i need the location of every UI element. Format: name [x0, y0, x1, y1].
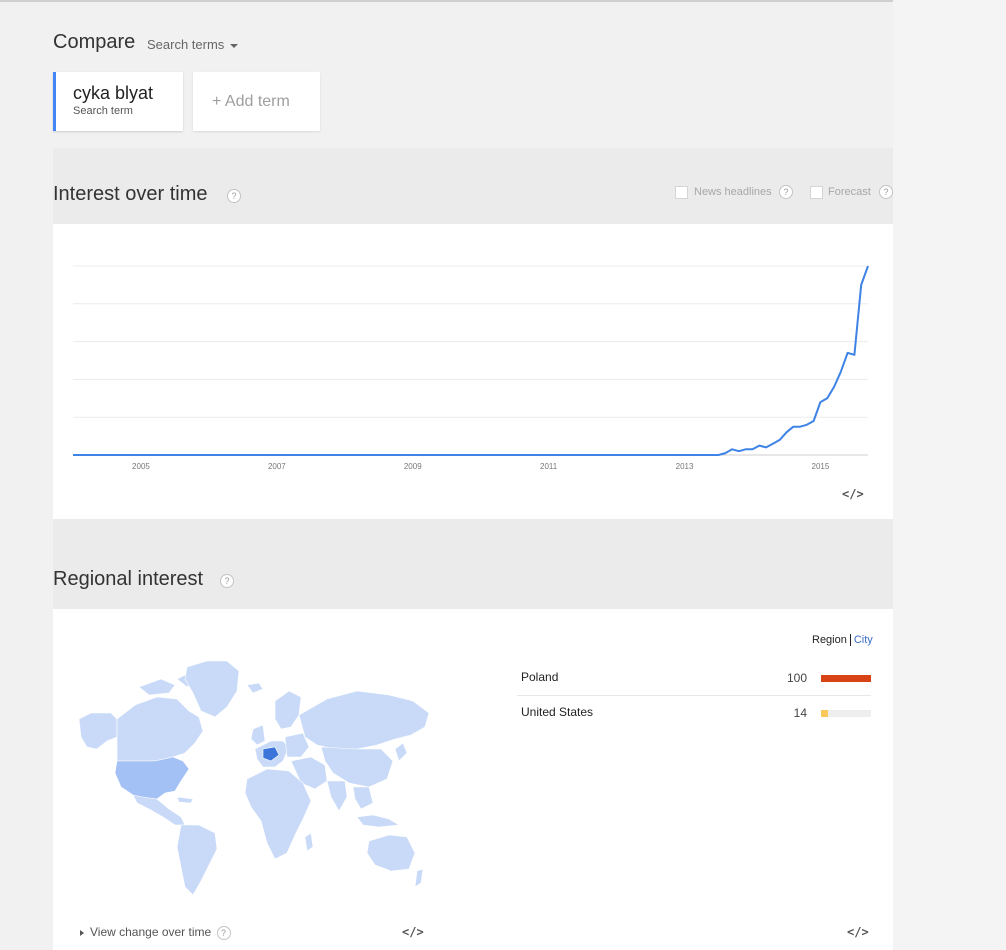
region-name: United States [521, 705, 594, 719]
expand-triangle-icon [80, 929, 84, 936]
x-tick-label: 2005 [132, 462, 150, 471]
region-city-toggle: Region City [812, 634, 873, 647]
embed-chart-button[interactable]: </> [842, 487, 864, 501]
region-bar [821, 675, 871, 682]
region-name: Poland [521, 670, 559, 684]
term-text: cyka blyat [73, 83, 154, 103]
x-tick-label: 2013 [676, 462, 694, 471]
view-change-over-time-link[interactable]: View change over time ? [80, 925, 231, 940]
region-row[interactable]: Poland 100 [517, 670, 871, 704]
term-card[interactable]: cyka blyat Search term [53, 72, 183, 131]
row-divider [517, 695, 871, 696]
series-line [73, 265, 869, 456]
map-region-united-states [114, 756, 190, 800]
forecast-help-icon[interactable]: ? [879, 185, 893, 199]
term-type: Search term [73, 105, 133, 117]
map-region-canada [116, 696, 204, 762]
regional-interest-card: </> </> [53, 609, 893, 950]
news-headlines-checkbox[interactable] [675, 186, 688, 199]
map-region-india [326, 780, 348, 812]
news-headlines-label: News headlines [694, 186, 772, 198]
map-region-mexico [132, 794, 186, 826]
world-map[interactable] [77, 657, 437, 897]
interest-chart: 2005 2007 2009 2011 2013 2015 [73, 265, 869, 471]
regional-interest-title: Regional interest [53, 568, 204, 590]
map-region-south-america [176, 824, 218, 896]
x-tick-label: 2011 [540, 462, 558, 471]
x-tick-label: 2015 [812, 462, 830, 471]
news-headlines-help-icon[interactable]: ? [779, 185, 793, 199]
map-region-australia [366, 834, 416, 872]
map-region-caribbean [176, 796, 194, 804]
x-tick-label: 2009 [404, 462, 422, 471]
toggle-separator [849, 634, 851, 647]
add-term-button[interactable]: + Add term [193, 72, 320, 131]
interest-help-icon[interactable]: ? [227, 189, 241, 203]
regional-help-icon[interactable]: ? [220, 574, 234, 588]
map-region-new-zealand [414, 868, 424, 888]
search-terms-dropdown-label: Search terms [147, 37, 225, 52]
embed-map-button[interactable]: </> [402, 925, 424, 939]
region-bar [821, 710, 871, 717]
interest-chart-card: 2005 2007 2009 2011 2013 2015 </> [53, 224, 893, 519]
map-region-uk [250, 724, 266, 746]
region-value: 14 [793, 706, 807, 720]
embed-list-button[interactable]: </> [847, 925, 869, 939]
map-region-greenland [184, 660, 240, 718]
top-divider [0, 0, 1006, 2]
view-change-help-icon[interactable]: ? [216, 926, 231, 940]
map-region-southeast-asia [352, 786, 374, 810]
map-region-alaska [78, 712, 118, 750]
x-tick-label: 2007 [268, 462, 286, 471]
map-region-africa [244, 768, 312, 860]
region-bar-fill [821, 675, 871, 682]
map-region-japan [394, 742, 408, 762]
caret-down-icon [230, 43, 239, 48]
compare-title: Compare [53, 31, 136, 53]
search-terms-dropdown[interactable]: Search terms [147, 37, 239, 52]
map-region-scandinavia [274, 690, 302, 730]
region-row[interactable]: United States 14 [517, 705, 871, 739]
map-region-iceland [246, 682, 264, 694]
side-strip [893, 0, 1006, 950]
region-toggle[interactable]: Region [812, 634, 847, 646]
add-term-label: + Add term [212, 93, 290, 110]
interest-over-time-title: Interest over time [53, 183, 208, 205]
forecast-checkbox[interactable] [810, 186, 823, 199]
map-region-madagascar [304, 832, 314, 852]
region-value: 100 [786, 671, 807, 685]
region-bar-fill [821, 710, 828, 717]
map-region-russia [298, 690, 430, 750]
forecast-label: Forecast [828, 186, 871, 198]
city-toggle[interactable]: City [854, 634, 873, 646]
map-region-indonesia [356, 814, 400, 828]
view-change-label: View change over time [90, 925, 212, 939]
